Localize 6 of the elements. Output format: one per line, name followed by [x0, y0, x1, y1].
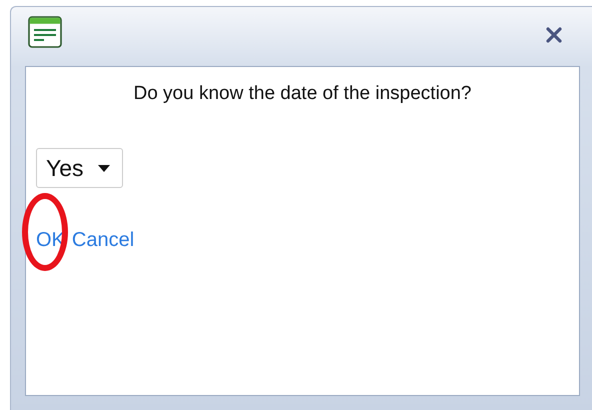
caret-icon: [98, 164, 110, 172]
form-window-icon: [28, 16, 62, 48]
answer-dropdown[interactable]: Yes: [36, 148, 123, 188]
close-icon[interactable]: [546, 26, 562, 42]
cancel-link[interactable]: Cancel: [72, 229, 134, 251]
question-text: Do you know the date of the inspection?: [132, 83, 472, 105]
